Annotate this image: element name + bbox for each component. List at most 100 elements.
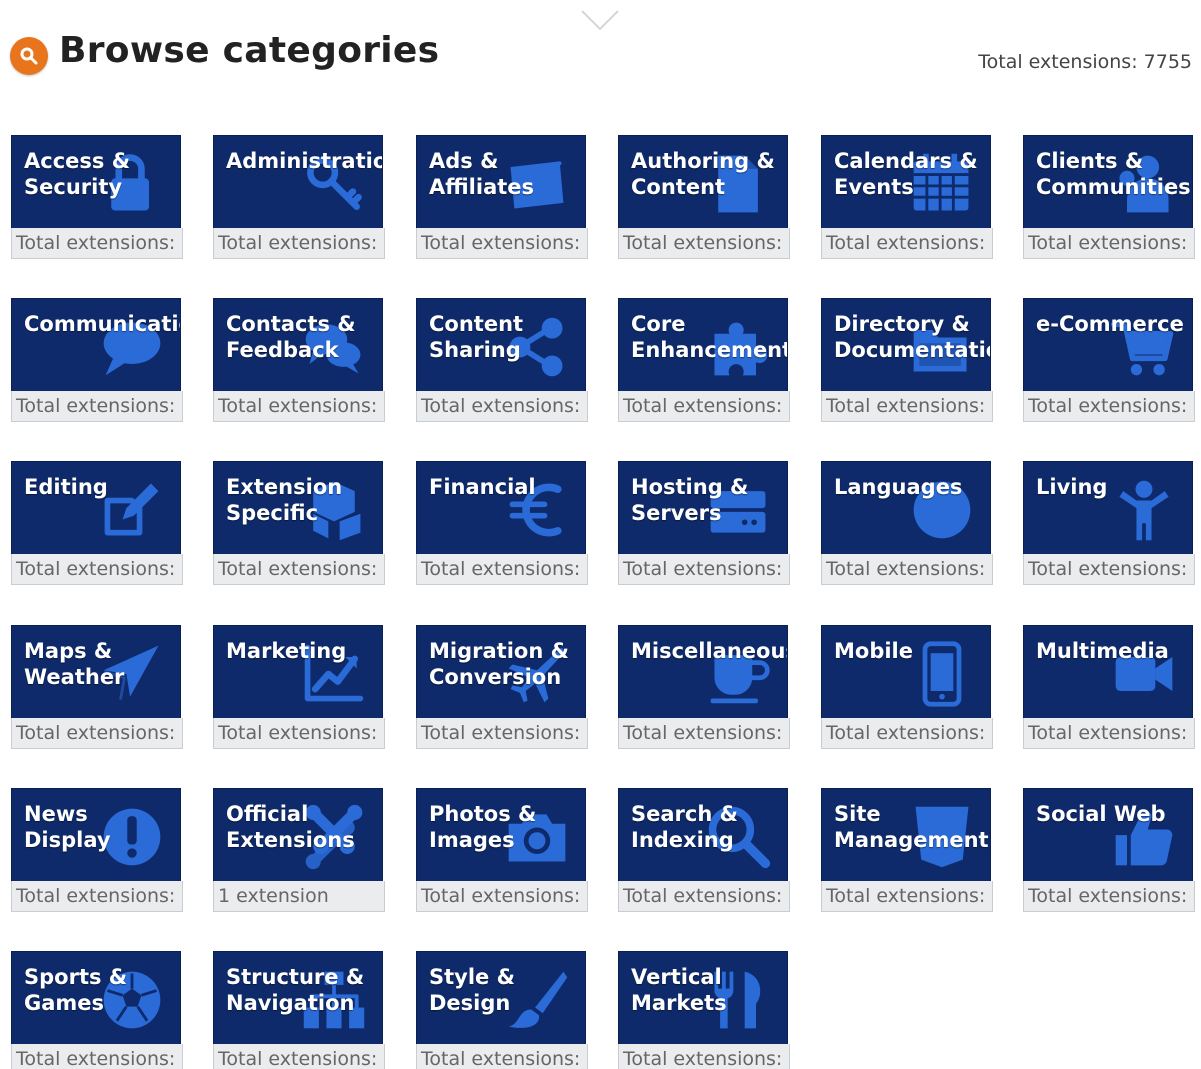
category-label[interactable]: Authoring & Content — [631, 148, 787, 200]
category-tile-header[interactable]: Search & Indexing — [618, 788, 788, 883]
category-tile-directory-documentation[interactable]: Directory & Documentation Total extension… — [821, 298, 993, 424]
category-tile-header[interactable]: Marketing — [213, 625, 383, 720]
category-tile-header[interactable]: Photos & Images — [416, 788, 586, 883]
category-tile-search-indexing[interactable]: Search & Indexing Total extensions: — [618, 788, 790, 914]
category-tile-multimedia[interactable]: Multimedia Total extensions: — [1023, 625, 1195, 751]
category-tile-header[interactable]: e-Commerce — [1023, 298, 1193, 393]
category-tile-marketing[interactable]: Marketing Total extensions: — [213, 625, 385, 751]
category-label[interactable]: Style & Design — [429, 964, 585, 1016]
category-label[interactable]: Living — [1036, 474, 1192, 500]
category-tile-ads-affiliates[interactable]: Ads & Affiliates Total extensions: — [416, 135, 588, 261]
category-label[interactable]: Content Sharing — [429, 311, 585, 363]
category-label[interactable]: Extension Specific — [226, 474, 382, 526]
category-tile-header[interactable]: Sports & Games — [11, 951, 181, 1046]
category-tile-header[interactable]: Mobile — [821, 625, 991, 720]
category-tile-vertical-markets[interactable]: Vertical Markets Total extensions: — [618, 951, 790, 1069]
category-tile-miscellaneous[interactable]: Miscellaneous Total extensions: — [618, 625, 790, 751]
category-label[interactable]: Core Enhancements — [631, 311, 787, 363]
category-tile-header[interactable]: News Display — [11, 788, 181, 883]
category-label[interactable]: Structure & Navigation — [226, 964, 382, 1016]
category-tile-header[interactable]: Living — [1023, 461, 1193, 556]
category-tile-social-web[interactable]: Social Web Total extensions: — [1023, 788, 1195, 914]
category-tile-header[interactable]: Social Web — [1023, 788, 1193, 883]
category-tile-header[interactable]: Structure & Navigation — [213, 951, 383, 1046]
category-tile-header[interactable]: Communication — [11, 298, 181, 393]
category-label[interactable]: Miscellaneous — [631, 638, 787, 664]
category-tile-header[interactable]: Clients & Communities — [1023, 135, 1193, 230]
category-tile-header[interactable]: Financial — [416, 461, 586, 556]
category-tile-sports-games[interactable]: Sports & Games Total extensions: — [11, 951, 183, 1069]
category-tile-languages[interactable]: Languages Total extensions: — [821, 461, 993, 587]
category-tile-financial[interactable]: Financial Total extensions: — [416, 461, 588, 587]
category-tile-editing[interactable]: Editing Total extensions: — [11, 461, 183, 587]
category-tile-site-management[interactable]: Site Management Total extensions: — [821, 788, 993, 914]
category-tile-header[interactable]: Maps & Weather — [11, 625, 181, 720]
category-tile-header[interactable]: Editing — [11, 461, 181, 556]
category-label[interactable]: Directory & Documentation — [834, 311, 990, 363]
category-label[interactable]: Social Web — [1036, 801, 1192, 827]
category-label[interactable]: e-Commerce — [1036, 311, 1192, 337]
category-label[interactable]: Sports & Games — [24, 964, 180, 1016]
category-tile-header[interactable]: Contacts & Feedback — [213, 298, 383, 393]
category-tile-photos-images[interactable]: Photos & Images Total extensions: — [416, 788, 588, 914]
category-tile-administration[interactable]: Administration Total extensions: — [213, 135, 385, 261]
category-tile-official-extensions[interactable]: Official Extensions 1 extension — [213, 788, 385, 914]
category-label[interactable]: Access & Security — [24, 148, 180, 200]
collapse-arrow-icon[interactable] — [580, 8, 620, 32]
category-tile-style-design[interactable]: Style & Design Total extensions: — [416, 951, 588, 1069]
category-label[interactable]: Contacts & Feedback — [226, 311, 382, 363]
category-tile-living[interactable]: Living Total extensions: — [1023, 461, 1195, 587]
category-tile-migration-conversion[interactable]: Migration & Conversion Total extensions: — [416, 625, 588, 751]
category-tile-hosting-servers[interactable]: Hosting & Servers Total extensions: — [618, 461, 790, 587]
category-label[interactable]: Mobile — [834, 638, 990, 664]
category-label[interactable]: Hosting & Servers — [631, 474, 787, 526]
category-label[interactable]: Calendars & Events — [834, 148, 990, 200]
category-tile-header[interactable]: Ads & Affiliates — [416, 135, 586, 230]
category-label[interactable]: Vertical Markets — [631, 964, 787, 1016]
category-tile-calendars-events[interactable]: Calendars & Events Total extensions: — [821, 135, 993, 261]
category-tile-header[interactable]: Hosting & Servers — [618, 461, 788, 556]
category-tile-contacts-feedback[interactable]: Contacts & Feedback Total extensions: — [213, 298, 385, 424]
category-label[interactable]: Official Extensions — [226, 801, 382, 853]
category-tile-header[interactable]: Site Management — [821, 788, 991, 883]
category-label[interactable]: Multimedia — [1036, 638, 1192, 664]
category-tile-header[interactable]: Extension Specific — [213, 461, 383, 556]
category-tile-access-security[interactable]: Access & Security Total extensions: — [11, 135, 183, 261]
category-tile-extension-specific[interactable]: Extension Specific Total extensions: — [213, 461, 385, 587]
category-tile-header[interactable]: Migration & Conversion — [416, 625, 586, 720]
category-tile-header[interactable]: Directory & Documentation — [821, 298, 991, 393]
category-tile-header[interactable]: Administration — [213, 135, 383, 230]
category-tile-header[interactable]: Languages — [821, 461, 991, 556]
category-label[interactable]: Search & Indexing — [631, 801, 787, 853]
category-tile-header[interactable]: Style & Design — [416, 951, 586, 1046]
category-tile-content-sharing[interactable]: Content Sharing Total extensions: — [416, 298, 588, 424]
category-label[interactable]: Site Management — [834, 801, 990, 853]
category-label[interactable]: Languages — [834, 474, 990, 500]
category-tile-header[interactable]: Content Sharing — [416, 298, 586, 393]
category-label[interactable]: Marketing — [226, 638, 382, 664]
category-label[interactable]: Editing — [24, 474, 180, 500]
category-tile-header[interactable]: Multimedia — [1023, 625, 1193, 720]
category-tile-e-commerce[interactable]: e-Commerce Total extensions: — [1023, 298, 1195, 424]
category-label[interactable]: Photos & Images — [429, 801, 585, 853]
category-label[interactable]: Administration — [226, 148, 382, 174]
category-label[interactable]: Financial — [429, 474, 585, 500]
category-tile-maps-weather[interactable]: Maps & Weather Total extensions: — [11, 625, 183, 751]
category-tile-header[interactable]: Access & Security — [11, 135, 181, 230]
category-tile-mobile[interactable]: Mobile Total extensions: — [821, 625, 993, 751]
category-tile-news-display[interactable]: News Display Total extensions: — [11, 788, 183, 914]
category-tile-header[interactable]: Miscellaneous — [618, 625, 788, 720]
category-tile-header[interactable]: Official Extensions — [213, 788, 383, 883]
category-tile-header[interactable]: Calendars & Events — [821, 135, 991, 230]
category-label[interactable]: Maps & Weather — [24, 638, 180, 690]
category-tile-header[interactable]: Authoring & Content — [618, 135, 788, 230]
category-label[interactable]: Migration & Conversion — [429, 638, 585, 690]
category-label[interactable]: Communication — [24, 311, 180, 337]
category-tile-header[interactable]: Vertical Markets — [618, 951, 788, 1046]
category-tile-core-enhancements[interactable]: Core Enhancements Total extensions: — [618, 298, 790, 424]
category-tile-structure-navigation[interactable]: Structure & Navigation Total extensions: — [213, 951, 385, 1069]
category-label[interactable]: Ads & Affiliates — [429, 148, 585, 200]
category-label[interactable]: News Display — [24, 801, 180, 853]
category-tile-authoring-content[interactable]: Authoring & Content Total extensions: — [618, 135, 790, 261]
category-tile-header[interactable]: Core Enhancements — [618, 298, 788, 393]
